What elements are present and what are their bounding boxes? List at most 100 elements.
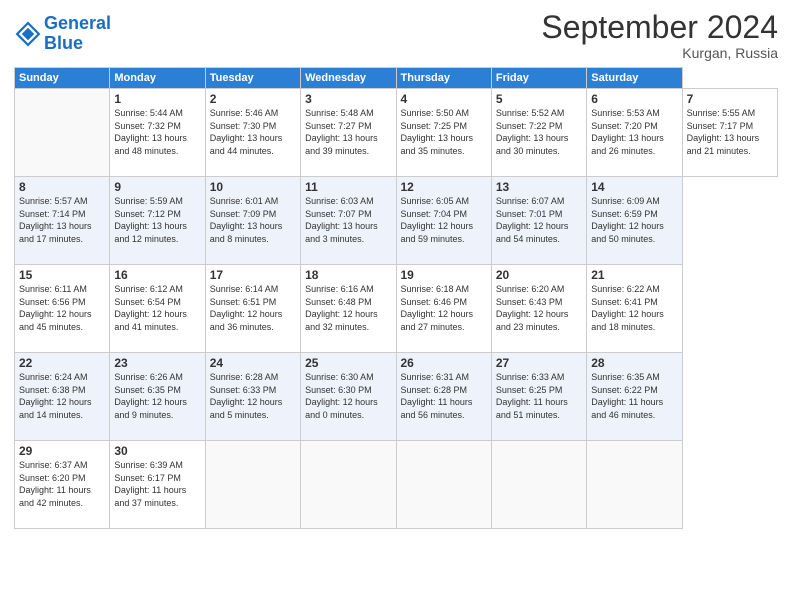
- day-number: 30: [114, 444, 200, 458]
- calendar-cell: 13Sunrise: 6:07 AMSunset: 7:01 PMDayligh…: [491, 177, 586, 265]
- calendar-cell: 24Sunrise: 6:28 AMSunset: 6:33 PMDayligh…: [205, 353, 300, 441]
- day-info: Sunrise: 6:33 AMSunset: 6:25 PMDaylight:…: [496, 371, 582, 421]
- day-info: Sunrise: 6:30 AMSunset: 6:30 PMDaylight:…: [305, 371, 391, 421]
- day-number: 5: [496, 92, 582, 106]
- day-number: 22: [19, 356, 105, 370]
- day-number: 9: [114, 180, 200, 194]
- table-row: 22Sunrise: 6:24 AMSunset: 6:38 PMDayligh…: [15, 353, 778, 441]
- calendar-cell: 5Sunrise: 5:52 AMSunset: 7:22 PMDaylight…: [491, 89, 586, 177]
- day-number: 7: [687, 92, 773, 106]
- day-number: 28: [591, 356, 677, 370]
- table-row: 15Sunrise: 6:11 AMSunset: 6:56 PMDayligh…: [15, 265, 778, 353]
- calendar-cell: 3Sunrise: 5:48 AMSunset: 7:27 PMDaylight…: [301, 89, 396, 177]
- day-info: Sunrise: 5:48 AMSunset: 7:27 PMDaylight:…: [305, 107, 391, 157]
- day-number: 17: [210, 268, 296, 282]
- logo: General Blue: [14, 14, 111, 54]
- day-info: Sunrise: 5:55 AMSunset: 7:17 PMDaylight:…: [687, 107, 773, 157]
- calendar-cell: 26Sunrise: 6:31 AMSunset: 6:28 PMDayligh…: [396, 353, 491, 441]
- day-info: Sunrise: 6:35 AMSunset: 6:22 PMDaylight:…: [591, 371, 677, 421]
- day-number: 21: [591, 268, 677, 282]
- calendar-cell: [205, 441, 300, 529]
- col-friday: Friday: [491, 68, 586, 89]
- calendar-cell: 14Sunrise: 6:09 AMSunset: 6:59 PMDayligh…: [587, 177, 682, 265]
- calendar-cell: 16Sunrise: 6:12 AMSunset: 6:54 PMDayligh…: [110, 265, 205, 353]
- day-number: 12: [401, 180, 487, 194]
- table-row: 29Sunrise: 6:37 AMSunset: 6:20 PMDayligh…: [15, 441, 778, 529]
- day-number: 24: [210, 356, 296, 370]
- calendar-cell: 27Sunrise: 6:33 AMSunset: 6:25 PMDayligh…: [491, 353, 586, 441]
- logo-icon: [14, 20, 42, 48]
- day-number: 2: [210, 92, 296, 106]
- day-info: Sunrise: 6:37 AMSunset: 6:20 PMDaylight:…: [19, 459, 105, 509]
- calendar-cell: 11Sunrise: 6:03 AMSunset: 7:07 PMDayligh…: [301, 177, 396, 265]
- day-number: 15: [19, 268, 105, 282]
- day-info: Sunrise: 6:09 AMSunset: 6:59 PMDaylight:…: [591, 195, 677, 245]
- day-number: 13: [496, 180, 582, 194]
- calendar-cell: 18Sunrise: 6:16 AMSunset: 6:48 PMDayligh…: [301, 265, 396, 353]
- day-info: Sunrise: 5:52 AMSunset: 7:22 PMDaylight:…: [496, 107, 582, 157]
- logo-line1: General: [44, 13, 111, 33]
- calendar-cell: [301, 441, 396, 529]
- day-number: 3: [305, 92, 391, 106]
- calendar-cell: 8Sunrise: 5:57 AMSunset: 7:14 PMDaylight…: [15, 177, 110, 265]
- title-area: September 2024 Kurgan, Russia: [541, 10, 778, 61]
- day-number: 20: [496, 268, 582, 282]
- day-info: Sunrise: 6:18 AMSunset: 6:46 PMDaylight:…: [401, 283, 487, 333]
- calendar-cell: 17Sunrise: 6:14 AMSunset: 6:51 PMDayligh…: [205, 265, 300, 353]
- calendar-cell: 25Sunrise: 6:30 AMSunset: 6:30 PMDayligh…: [301, 353, 396, 441]
- day-number: 25: [305, 356, 391, 370]
- day-info: Sunrise: 6:31 AMSunset: 6:28 PMDaylight:…: [401, 371, 487, 421]
- day-info: Sunrise: 5:46 AMSunset: 7:30 PMDaylight:…: [210, 107, 296, 157]
- day-number: 16: [114, 268, 200, 282]
- location: Kurgan, Russia: [541, 45, 778, 61]
- calendar-cell: [491, 441, 586, 529]
- day-number: 23: [114, 356, 200, 370]
- day-info: Sunrise: 6:26 AMSunset: 6:35 PMDaylight:…: [114, 371, 200, 421]
- day-info: Sunrise: 6:07 AMSunset: 7:01 PMDaylight:…: [496, 195, 582, 245]
- day-number: 10: [210, 180, 296, 194]
- day-number: 29: [19, 444, 105, 458]
- calendar-cell: 12Sunrise: 6:05 AMSunset: 7:04 PMDayligh…: [396, 177, 491, 265]
- day-number: 4: [401, 92, 487, 106]
- calendar-cell: 21Sunrise: 6:22 AMSunset: 6:41 PMDayligh…: [587, 265, 682, 353]
- day-number: 11: [305, 180, 391, 194]
- calendar-table: Sunday Monday Tuesday Wednesday Thursday…: [14, 67, 778, 529]
- calendar-cell: [396, 441, 491, 529]
- day-info: Sunrise: 5:44 AMSunset: 7:32 PMDaylight:…: [114, 107, 200, 157]
- logo-line2: Blue: [44, 33, 83, 53]
- day-info: Sunrise: 6:03 AMSunset: 7:07 PMDaylight:…: [305, 195, 391, 245]
- table-row: 1Sunrise: 5:44 AMSunset: 7:32 PMDaylight…: [15, 89, 778, 177]
- calendar-cell: 4Sunrise: 5:50 AMSunset: 7:25 PMDaylight…: [396, 89, 491, 177]
- month-title: September 2024: [541, 10, 778, 45]
- header-row: Sunday Monday Tuesday Wednesday Thursday…: [15, 68, 778, 89]
- col-thursday: Thursday: [396, 68, 491, 89]
- day-info: Sunrise: 6:20 AMSunset: 6:43 PMDaylight:…: [496, 283, 582, 333]
- day-number: 6: [591, 92, 677, 106]
- page: General Blue September 2024 Kurgan, Russ…: [0, 0, 792, 612]
- calendar-cell: 29Sunrise: 6:37 AMSunset: 6:20 PMDayligh…: [15, 441, 110, 529]
- calendar-cell: 28Sunrise: 6:35 AMSunset: 6:22 PMDayligh…: [587, 353, 682, 441]
- day-info: Sunrise: 5:50 AMSunset: 7:25 PMDaylight:…: [401, 107, 487, 157]
- day-number: 8: [19, 180, 105, 194]
- calendar-cell: 6Sunrise: 5:53 AMSunset: 7:20 PMDaylight…: [587, 89, 682, 177]
- day-info: Sunrise: 6:01 AMSunset: 7:09 PMDaylight:…: [210, 195, 296, 245]
- col-sunday: Sunday: [15, 68, 110, 89]
- col-wednesday: Wednesday: [301, 68, 396, 89]
- calendar-cell: 19Sunrise: 6:18 AMSunset: 6:46 PMDayligh…: [396, 265, 491, 353]
- calendar-cell: 30Sunrise: 6:39 AMSunset: 6:17 PMDayligh…: [110, 441, 205, 529]
- day-number: 18: [305, 268, 391, 282]
- calendar-cell: 22Sunrise: 6:24 AMSunset: 6:38 PMDayligh…: [15, 353, 110, 441]
- day-number: 1: [114, 92, 200, 106]
- day-info: Sunrise: 6:12 AMSunset: 6:54 PMDaylight:…: [114, 283, 200, 333]
- calendar-cell: 15Sunrise: 6:11 AMSunset: 6:56 PMDayligh…: [15, 265, 110, 353]
- header: General Blue September 2024 Kurgan, Russ…: [14, 10, 778, 61]
- day-info: Sunrise: 6:11 AMSunset: 6:56 PMDaylight:…: [19, 283, 105, 333]
- day-info: Sunrise: 5:53 AMSunset: 7:20 PMDaylight:…: [591, 107, 677, 157]
- calendar-cell: 23Sunrise: 6:26 AMSunset: 6:35 PMDayligh…: [110, 353, 205, 441]
- day-number: 26: [401, 356, 487, 370]
- calendar-cell: 1Sunrise: 5:44 AMSunset: 7:32 PMDaylight…: [110, 89, 205, 177]
- day-info: Sunrise: 6:05 AMSunset: 7:04 PMDaylight:…: [401, 195, 487, 245]
- day-info: Sunrise: 6:16 AMSunset: 6:48 PMDaylight:…: [305, 283, 391, 333]
- calendar-cell: 7Sunrise: 5:55 AMSunset: 7:17 PMDaylight…: [682, 89, 777, 177]
- day-number: 27: [496, 356, 582, 370]
